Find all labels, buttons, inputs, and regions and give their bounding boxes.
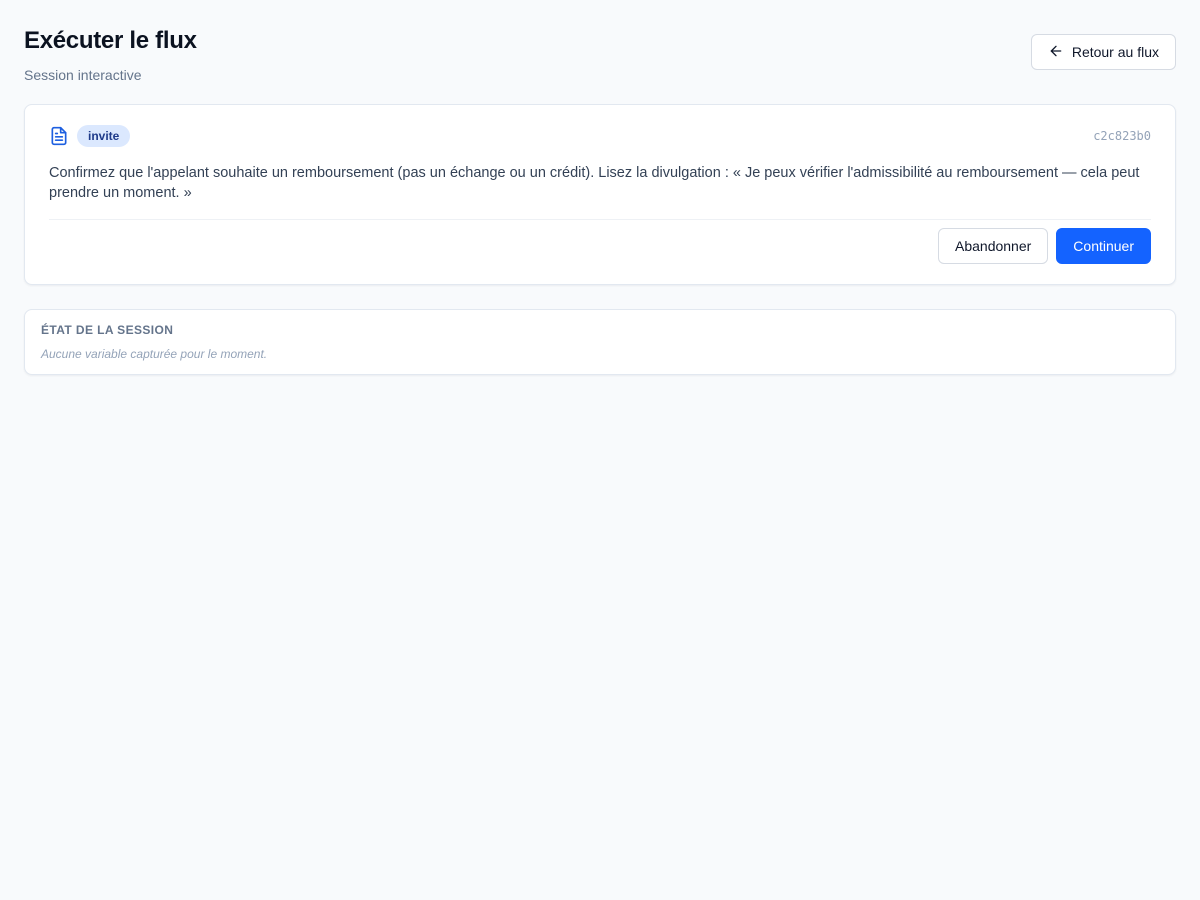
- step-actions: Abandonner Continuer: [49, 228, 1151, 264]
- step-header: invite c2c823b0: [49, 125, 1151, 147]
- step-prompt-text: Confirmez que l'appelant souhaite un rem…: [49, 163, 1151, 220]
- step-type: invite: [49, 125, 131, 147]
- session-state-title: ÉTAT DE LA SESSION: [41, 323, 174, 337]
- page-title: Exécuter le flux: [24, 27, 197, 54]
- arrow-left-icon: [1048, 43, 1064, 62]
- step-card: invite c2c823b0 Confirmez que l'appelant…: [24, 104, 1176, 285]
- abandon-button[interactable]: Abandonner: [938, 228, 1049, 264]
- document-icon: [49, 126, 69, 146]
- page-header: Exécuter le flux Session interactive Ret…: [24, 24, 1176, 104]
- back-to-flow-label: Retour au flux: [1071, 44, 1159, 60]
- page-subtitle: Session interactive: [24, 67, 142, 83]
- step-type-badge: invite: [77, 125, 131, 147]
- session-state-empty-text: Aucune variable capturée pour le moment.: [41, 347, 268, 361]
- run-flow-page: Exécuter le flux Session interactive Ret…: [0, 0, 1200, 900]
- node-id: c2c823b0: [1093, 129, 1151, 143]
- back-to-flow-button[interactable]: Retour au flux: [1030, 34, 1176, 70]
- session-state-card: ÉTAT DE LA SESSION Aucune variable captu…: [24, 309, 1176, 375]
- continue-button[interactable]: Continuer: [1056, 228, 1151, 264]
- title-block: Exécuter le flux Session interactive: [24, 24, 197, 84]
